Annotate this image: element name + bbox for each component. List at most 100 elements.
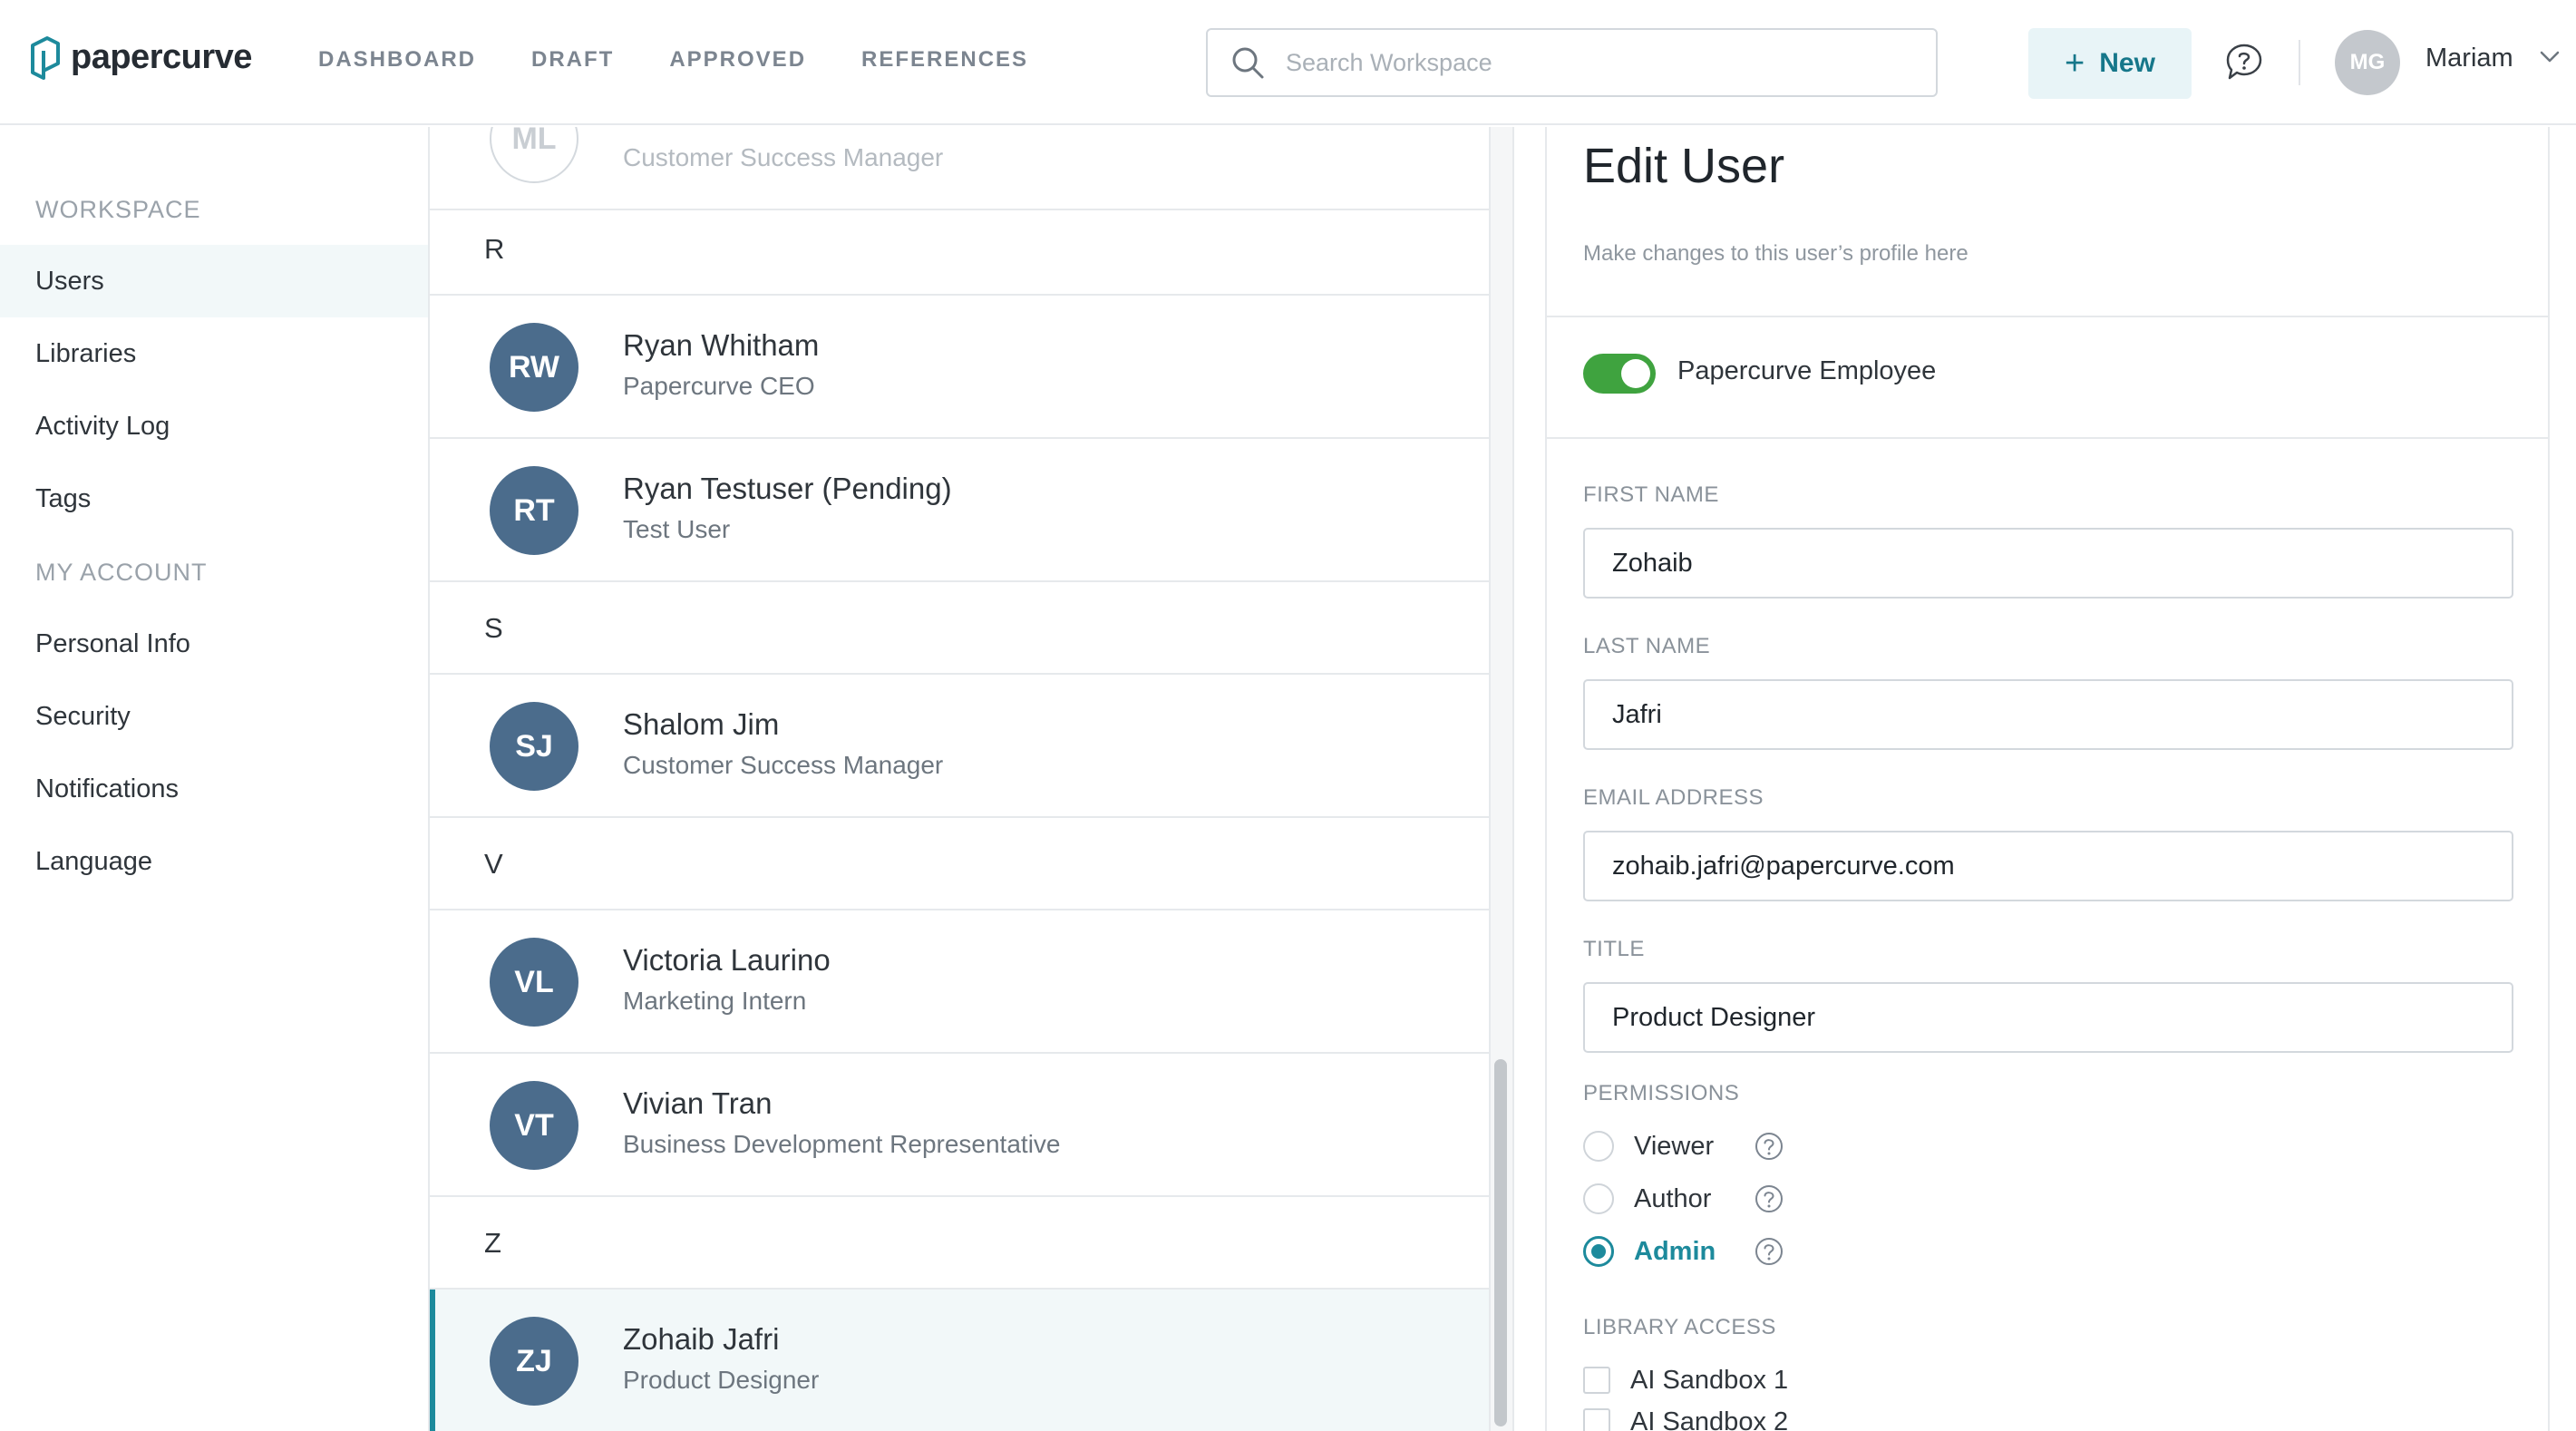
group-header-v: V xyxy=(430,818,1489,910)
sidebar-item-activity-log[interactable]: Activity Log xyxy=(0,390,428,462)
divider xyxy=(1547,316,2548,317)
help-circle-icon[interactable] xyxy=(1754,1183,1784,1214)
avatar: RT xyxy=(490,466,578,555)
radio-label: Viewer xyxy=(1634,1131,1715,1161)
user-title: Test User xyxy=(623,515,731,543)
group-letter: Z xyxy=(484,1227,501,1259)
avatar: VL xyxy=(490,938,578,1027)
first-name-label: FIRST NAME xyxy=(1583,482,1719,507)
divider xyxy=(1547,437,2548,439)
panel-subtitle: Make changes to this user’s profile here xyxy=(1583,241,1968,266)
header-divider xyxy=(2299,40,2300,85)
chevron-down-icon[interactable] xyxy=(2539,50,2561,64)
user-list-scrollbar-thumb[interactable] xyxy=(1494,1059,1507,1426)
avatar: ML xyxy=(490,127,578,183)
library-access-label: LIBRARY ACCESS xyxy=(1583,1315,1776,1339)
checkbox[interactable] xyxy=(1583,1367,1610,1394)
sidebar-item-notifications[interactable]: Notifications xyxy=(0,753,428,825)
user-menu-name[interactable]: Mariam xyxy=(2425,44,2513,73)
library-option[interactable]: AI Sandbox 1 xyxy=(1583,1362,1788,1398)
avatar: RW xyxy=(490,323,578,412)
sidebar-item-security[interactable]: Security xyxy=(0,680,428,753)
user-name: Vivian Tran xyxy=(623,1086,773,1120)
user-title: Customer Success Manager xyxy=(623,143,944,171)
checkbox-label: AI Sandbox 2 xyxy=(1630,1407,1789,1431)
sidebar-item-users[interactable]: Users xyxy=(0,245,428,317)
papercurve-logo[interactable]: papercurve xyxy=(29,33,252,82)
user-name: Victoria Laurino xyxy=(623,943,831,977)
checkbox[interactable] xyxy=(1583,1408,1610,1431)
plus-icon: + xyxy=(2065,44,2085,83)
user-name: Zohaib Jafri xyxy=(623,1322,780,1356)
user-title: Product Designer xyxy=(623,1366,820,1394)
sidebar-item-libraries[interactable]: Libraries xyxy=(0,317,428,390)
search-input[interactable] xyxy=(1286,48,1920,77)
radio-label: Admin xyxy=(1634,1236,1716,1266)
radio-admin[interactable] xyxy=(1583,1236,1614,1267)
group-header-z: Z xyxy=(430,1197,1489,1290)
main-nav: DASHBOARD DRAFT APPROVED REFERENCES xyxy=(318,47,1028,73)
user-row-ryan-testuser[interactable]: RT Ryan Testuser (Pending) Test User xyxy=(430,439,1489,582)
new-button-label: New xyxy=(2099,48,2155,78)
user-name: Ryan Testuser (Pending) xyxy=(623,472,952,505)
radio-label: Author xyxy=(1634,1183,1712,1213)
brand-name: papercurve xyxy=(71,37,252,76)
sidebar-item-language[interactable]: Language xyxy=(0,825,428,898)
search-box[interactable] xyxy=(1206,28,1938,97)
user-title: Business Development Representative xyxy=(623,1130,1061,1158)
sidebar-heading-my-account: MY ACCOUNT xyxy=(35,559,208,586)
first-name-field[interactable] xyxy=(1583,528,2513,599)
employee-toggle[interactable] xyxy=(1583,354,1656,394)
last-name-field[interactable] xyxy=(1583,679,2513,750)
checkbox-label: AI Sandbox 1 xyxy=(1630,1365,1789,1395)
sidebar-item-personal-info[interactable]: Personal Info xyxy=(0,608,428,680)
title-label: TITLE xyxy=(1583,937,1645,961)
group-header-r: R xyxy=(430,203,1489,296)
library-option[interactable]: AI Sandbox 2 xyxy=(1583,1404,1788,1431)
nav-dashboard[interactable]: DASHBOARD xyxy=(318,47,476,73)
avatar: ZJ xyxy=(490,1317,578,1406)
user-title: Customer Success Manager xyxy=(623,751,944,779)
email-field[interactable] xyxy=(1583,831,2513,901)
radio-author[interactable] xyxy=(1583,1183,1614,1214)
user-row-ryan-whitham[interactable]: RW Ryan Whitham Papercurve CEO xyxy=(430,296,1489,439)
nav-approved[interactable]: APPROVED xyxy=(669,47,806,73)
sidebar-item-tags[interactable]: Tags xyxy=(0,462,428,535)
user-title: Papercurve CEO xyxy=(623,372,815,400)
permissions-label: PERMISSIONS xyxy=(1583,1081,1740,1105)
user-avatar[interactable]: MG xyxy=(2335,30,2400,95)
user-row-vivian-tran[interactable]: VT Vivian Tran Business Development Repr… xyxy=(430,1054,1489,1197)
user-list: ML Customer Success Manager R RW Ryan Wh… xyxy=(430,127,1489,1431)
nav-references[interactable]: REFERENCES xyxy=(861,47,1028,73)
group-letter: S xyxy=(484,612,503,644)
panel-title: Edit User xyxy=(1583,139,1785,193)
user-title: Marketing Intern xyxy=(623,987,807,1015)
user-row-victoria-laurino[interactable]: VL Victoria Laurino Marketing Intern xyxy=(430,910,1489,1054)
help-chat-icon[interactable] xyxy=(2224,42,2264,82)
nav-draft[interactable]: DRAFT xyxy=(531,47,614,73)
avatar: SJ xyxy=(490,702,578,791)
employee-toggle-label: Papercurve Employee xyxy=(1677,356,1937,385)
user-row-zohaib-jafri[interactable]: ZJ Zohaib Jafri Product Designer xyxy=(430,1290,1489,1431)
last-name-label: LAST NAME xyxy=(1583,634,1711,658)
email-label: EMAIL ADDRESS xyxy=(1583,785,1764,810)
avatar: VT xyxy=(490,1081,578,1170)
search-icon xyxy=(1232,47,1264,79)
permission-option-admin[interactable]: Admin xyxy=(1583,1233,1784,1270)
group-letter: R xyxy=(484,233,505,265)
group-letter: V xyxy=(484,848,503,880)
help-circle-icon[interactable] xyxy=(1754,1236,1784,1267)
title-field[interactable] xyxy=(1583,982,2513,1053)
papercurve-logo-icon xyxy=(31,36,60,80)
user-name: Shalom Jim xyxy=(623,707,780,741)
permission-option-author[interactable]: Author xyxy=(1583,1181,1784,1217)
sidebar: WORKSPACE Users Libraries Activity Log T… xyxy=(0,127,430,1431)
user-row-shalom-jim[interactable]: SJ Shalom Jim Customer Success Manager xyxy=(430,675,1489,818)
new-button[interactable]: + New xyxy=(2028,28,2192,99)
radio-viewer[interactable] xyxy=(1583,1131,1614,1162)
edit-user-panel: Edit User Make changes to this user’s pr… xyxy=(1545,127,2550,1431)
user-row-partial[interactable]: ML Customer Success Manager xyxy=(430,127,1489,210)
sidebar-heading-workspace: WORKSPACE xyxy=(35,196,201,223)
permission-option-viewer[interactable]: Viewer xyxy=(1583,1128,1784,1164)
help-circle-icon[interactable] xyxy=(1754,1131,1784,1162)
